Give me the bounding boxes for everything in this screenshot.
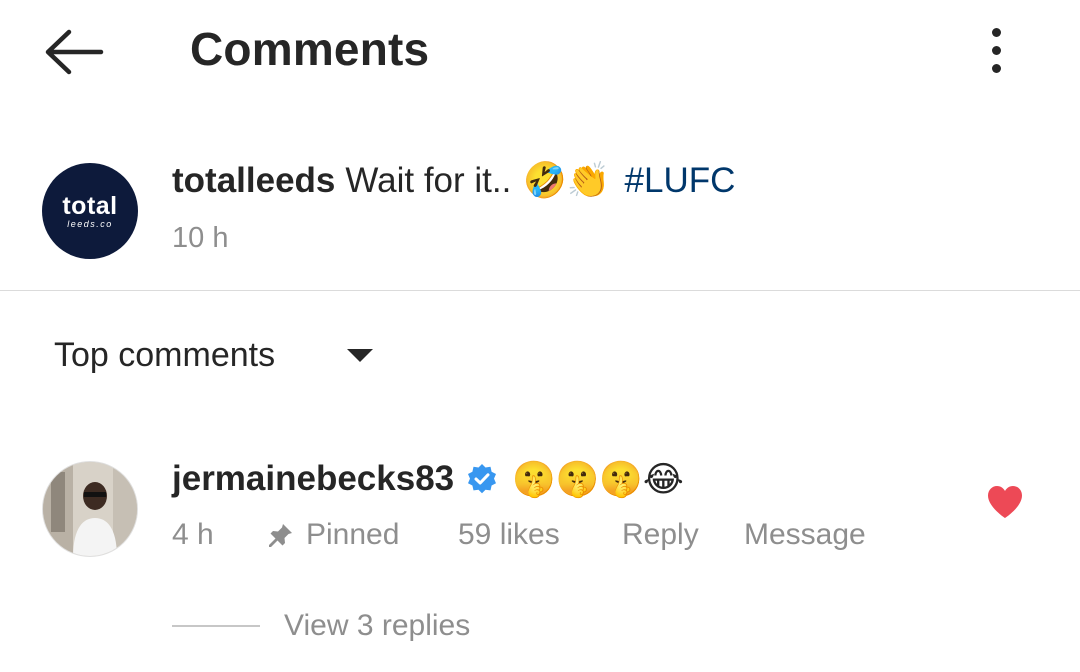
caption-emojis: 🤣👏 xyxy=(523,161,611,200)
view-replies-label: View 3 replies xyxy=(284,609,471,642)
comment-timestamp: 4 h xyxy=(172,518,214,551)
more-options-button[interactable] xyxy=(972,22,1020,78)
commenter-avatar[interactable] xyxy=(42,461,138,557)
arrow-left-icon xyxy=(45,29,104,75)
commenter-username[interactable]: jermainebecks83 xyxy=(172,459,454,499)
replies-line xyxy=(172,625,260,627)
sort-label: Top comments xyxy=(54,336,276,374)
comment-like-button[interactable] xyxy=(986,484,1024,520)
verified-badge-icon xyxy=(466,463,498,495)
post-author-username[interactable]: totalleeds xyxy=(172,161,335,201)
back-button[interactable] xyxy=(36,20,112,84)
comment-likes-count[interactable]: 59 likes xyxy=(458,518,622,552)
page-title: Comments xyxy=(190,23,430,75)
comment-text: 🤫🤫🤫😂 xyxy=(512,459,684,499)
post-author-avatar[interactable]: total leeds.co xyxy=(42,163,138,259)
avatar-logo-subtext: leeds.co xyxy=(67,218,113,229)
divider xyxy=(0,290,1080,291)
comment-meta: 4 h Pinned 59 likes Reply Message xyxy=(172,515,866,555)
pinned-label: Pinned xyxy=(306,518,400,551)
profile-photo xyxy=(43,462,137,556)
caret-down-icon xyxy=(347,349,374,362)
caption-text: Wait for it.. xyxy=(345,160,512,200)
post-timestamp: 10 h xyxy=(172,222,229,254)
view-replies-button[interactable]: View 3 replies xyxy=(172,606,470,646)
message-button[interactable]: Message xyxy=(744,518,866,552)
heart-filled-icon xyxy=(988,486,1022,518)
sort-dropdown[interactable]: Top comments xyxy=(54,336,374,375)
more-vertical-icon xyxy=(991,27,1001,37)
post-caption: totalleeds Wait for it.. 🤣👏 #LUFC xyxy=(172,160,735,201)
comment-header: jermainebecks83 🤫🤫🤫😂 xyxy=(172,455,684,503)
pinned-indicator: Pinned xyxy=(268,518,458,552)
pin-icon xyxy=(269,524,292,547)
caption-hashtag[interactable]: #LUFC xyxy=(625,161,736,201)
reply-button[interactable]: Reply xyxy=(622,518,744,552)
comments-screen: Comments total leeds.co totalleeds Wait … xyxy=(0,0,1080,672)
avatar-logo-text: total xyxy=(62,191,118,220)
